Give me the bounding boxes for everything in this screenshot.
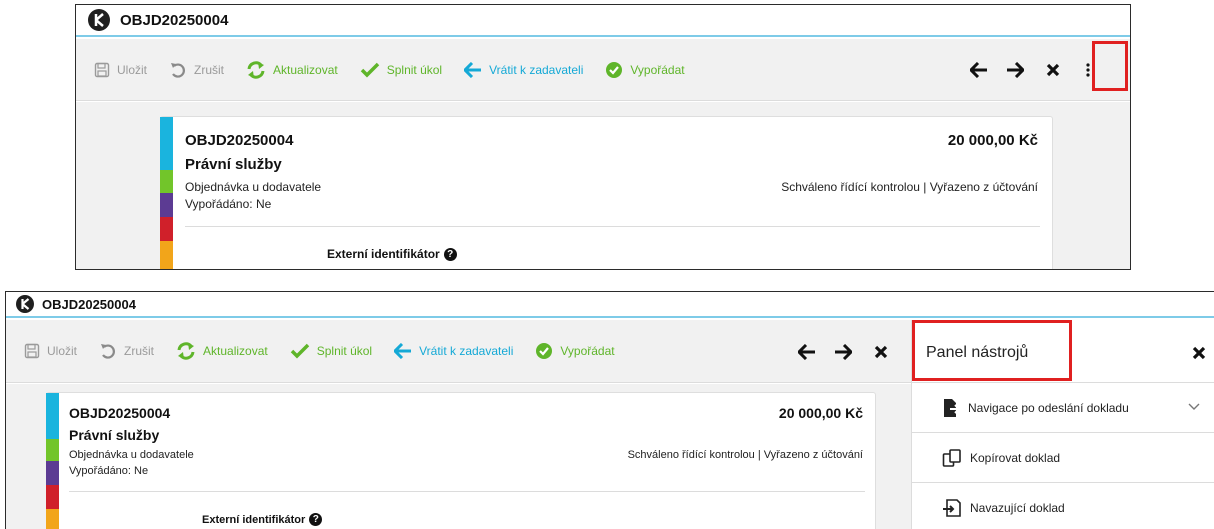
cancel-button[interactable]: Zrušit <box>169 61 224 79</box>
previous-arrow-icon[interactable] <box>970 62 988 78</box>
send-document-icon <box>942 398 960 418</box>
settled-status: Vypořádáno: Ne <box>185 197 272 211</box>
panel-item-navigation[interactable]: Navigace po odeslání dokladu <box>912 383 1214 433</box>
panel-item-copy[interactable]: Kopírovat doklad <box>912 433 1214 483</box>
panel-item-label: Kopírovat doklad <box>970 450 1061 465</box>
panel-item-linked[interactable]: Navazující doklad <box>912 483 1214 529</box>
checkmark-icon <box>360 62 380 78</box>
complete-task-button[interactable]: Splnit úkol <box>290 343 372 359</box>
document-card: OBJD20250004 Právní služby Objednávka u … <box>46 392 876 529</box>
refresh-icon <box>246 60 266 79</box>
panel-item-label: Navigace po odeslání dokladu <box>968 400 1129 415</box>
refresh-label: Aktualizovat <box>203 344 268 358</box>
cancel-label: Zrušit <box>194 62 225 77</box>
checkmark-icon <box>290 343 310 359</box>
status-color-bar <box>46 393 59 529</box>
complete-task-label: Splnit úkol <box>316 344 373 358</box>
document-type: Objednávka u dodavatele <box>185 180 322 194</box>
external-id-label: Externí identifikátor ? <box>202 513 323 526</box>
more-options-icon[interactable] <box>1086 63 1090 77</box>
window-title: OBJD20250004 <box>42 296 136 312</box>
document-amount: 20 000,00 Kč <box>947 132 1038 149</box>
close-icon[interactable] <box>1046 63 1060 77</box>
floppy-disk-icon <box>24 343 40 359</box>
app-logo-icon <box>88 9 110 31</box>
refresh-button[interactable]: Aktualizovat <box>176 342 268 360</box>
return-to-requester-button[interactable]: Vrátit k zadavateli <box>394 343 513 359</box>
approval-status: Schváleno řídící kontrolou | Vyřazeno z … <box>781 180 1038 194</box>
tools-panel: Panel nástrojů Navigace po odeslání dokl… <box>911 320 1214 529</box>
app-window-before: OBJD20250004 Uložit Zrušit Aktualizovat … <box>75 4 1131 270</box>
copy-document-icon <box>942 448 962 467</box>
complete-task-label: Splnit úkol <box>386 62 443 77</box>
check-circle-icon <box>535 342 553 360</box>
next-arrow-icon[interactable] <box>834 344 852 360</box>
refresh-button[interactable]: Aktualizovat <box>246 60 338 79</box>
previous-arrow-icon[interactable] <box>798 344 816 360</box>
document-content-area: OBJD20250004 Právní služby Objednávka u … <box>76 102 1130 269</box>
cancel-button[interactable]: Zrušit <box>99 342 154 360</box>
save-label: Uložit <box>117 62 148 77</box>
linked-document-icon <box>942 498 962 517</box>
help-icon[interactable]: ? <box>443 247 457 261</box>
check-circle-icon <box>605 61 623 79</box>
close-icon[interactable] <box>874 345 888 359</box>
title-bar: OBJD20250004 <box>6 292 1214 318</box>
action-toolbar: Uložit Zrušit Aktualizovat Splnit úkol V… <box>6 320 911 383</box>
return-to-requester-button[interactable]: Vrátit k zadavateli <box>464 61 584 78</box>
undo-icon <box>169 61 187 79</box>
document-type: Objednávka u dodavatele <box>69 449 194 461</box>
card-divider <box>69 491 865 492</box>
cancel-label: Zrušit <box>124 344 155 358</box>
settle-label: Vypořádat <box>630 62 685 77</box>
arrow-left-icon <box>464 61 482 78</box>
title-bar: OBJD20250004 <box>76 5 1130 37</box>
refresh-label: Aktualizovat <box>273 62 338 77</box>
document-content-area: OBJD20250004 Právní služby Objednávka u … <box>6 384 911 529</box>
settled-status: Vypořádáno: Ne <box>69 465 149 477</box>
document-amount: 20 000,00 Kč <box>778 405 863 421</box>
floppy-disk-icon <box>94 62 110 78</box>
save-label: Uložit <box>47 344 78 358</box>
save-button[interactable]: Uložit <box>24 343 77 359</box>
save-button[interactable]: Uložit <box>94 62 147 78</box>
card-divider <box>185 226 1040 227</box>
return-label: Vrátit k zadavateli <box>489 62 584 77</box>
panel-title: Panel nástrojů <box>926 344 1029 361</box>
document-card: OBJD20250004 Právní služby Objednávka u … <box>160 116 1053 269</box>
settle-button[interactable]: Vypořádat <box>605 61 685 79</box>
window-title: OBJD20250004 <box>120 11 229 29</box>
undo-icon <box>99 342 117 360</box>
document-name: Právní služby <box>69 427 160 443</box>
document-name: Právní služby <box>185 156 282 173</box>
app-window-after: OBJD20250004 Uložit Zrušit Aktualizovat … <box>5 291 1214 529</box>
return-label: Vrátit k zadavateli <box>419 344 514 358</box>
external-id-text: Externí identifikátor <box>202 513 306 526</box>
external-id-text: Externí identifikátor <box>327 247 440 261</box>
settle-label: Vypořádat <box>560 344 615 358</box>
status-color-bar <box>160 117 173 269</box>
arrow-left-icon <box>394 343 412 359</box>
panel-item-label: Navazující doklad <box>970 500 1065 515</box>
help-icon[interactable]: ? <box>309 513 323 526</box>
external-id-label: Externí identifikátor ? <box>327 247 457 261</box>
document-id: OBJD20250004 <box>69 405 171 421</box>
settle-button[interactable]: Vypořádat <box>535 342 615 360</box>
complete-task-button[interactable]: Splnit úkol <box>360 62 442 78</box>
document-id: OBJD20250004 <box>185 132 294 149</box>
next-arrow-icon[interactable] <box>1006 62 1024 78</box>
panel-header: Panel nástrojů <box>912 320 1214 383</box>
refresh-icon <box>176 342 196 360</box>
close-panel-icon[interactable] <box>1192 346 1206 365</box>
action-toolbar: Uložit Zrušit Aktualizovat Splnit úkol V… <box>76 39 1130 101</box>
chevron-down-icon[interactable] <box>1188 400 1200 414</box>
approval-status: Schváleno řídící kontrolou | Vyřazeno z … <box>627 449 863 461</box>
app-logo-icon <box>16 295 34 313</box>
